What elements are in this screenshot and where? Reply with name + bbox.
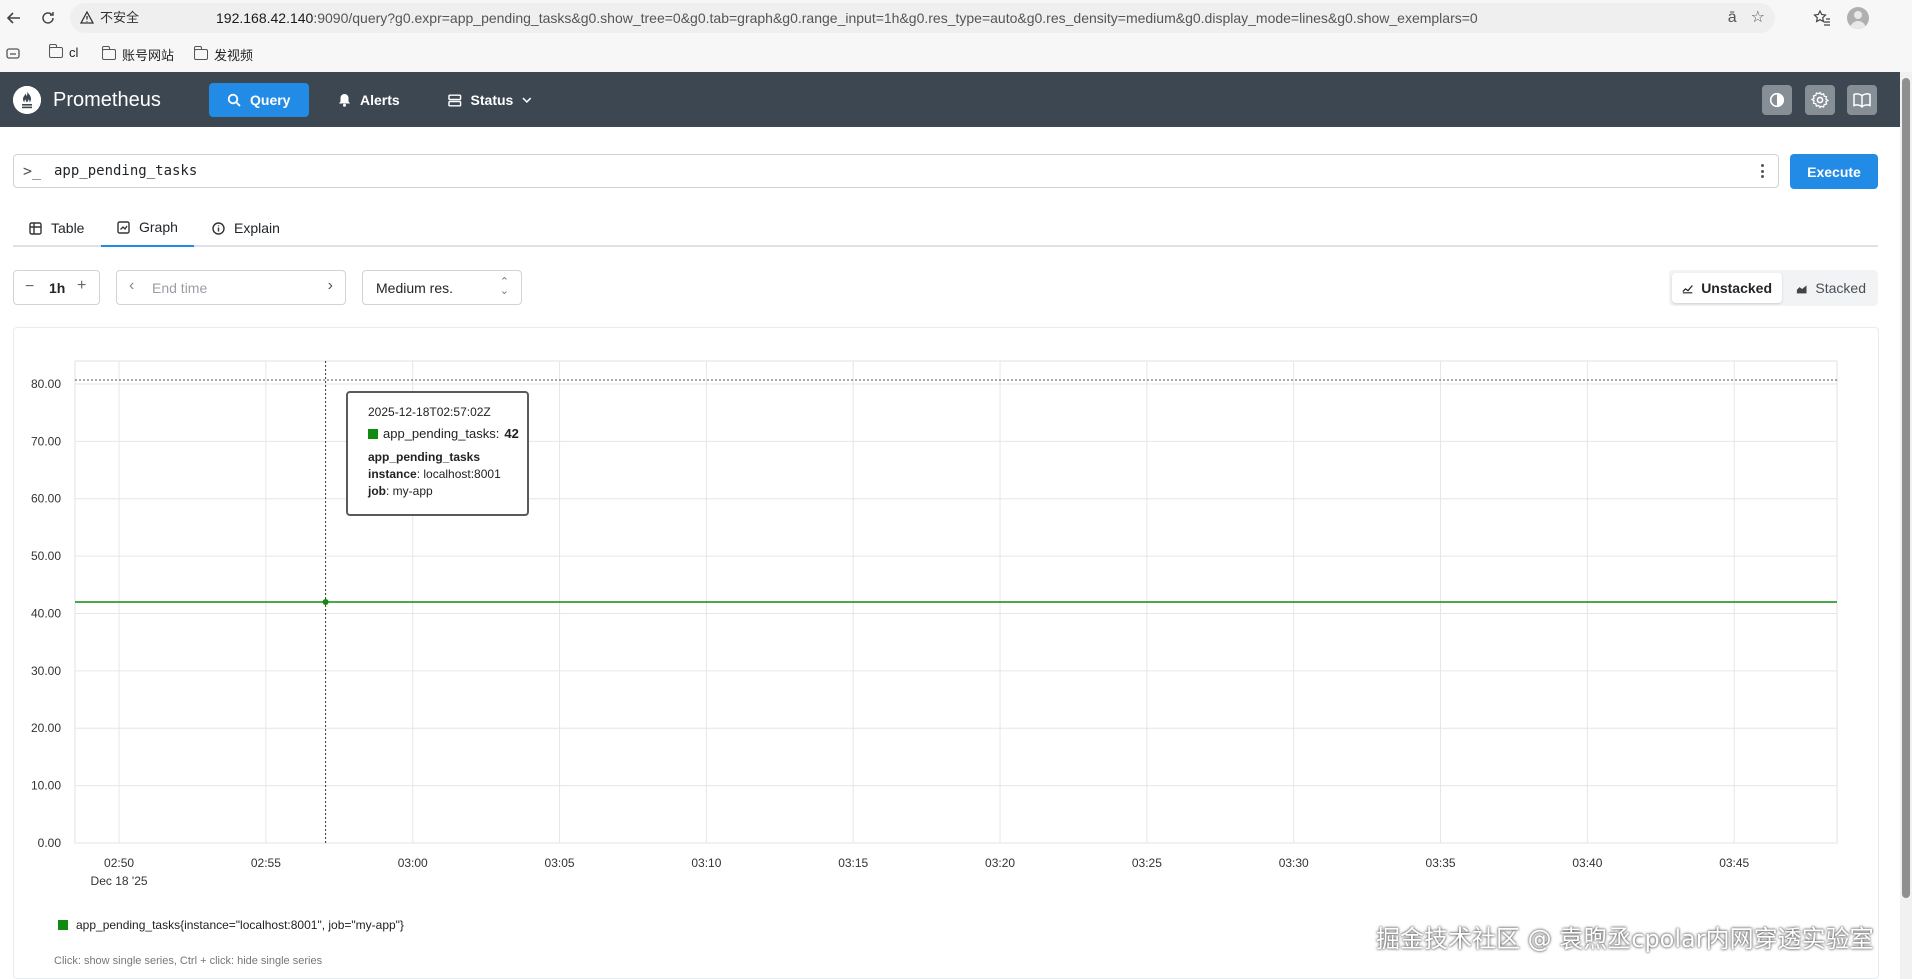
legend-item[interactable]: app_pending_tasks{instance="localhost:80… (58, 918, 404, 932)
watermark: 掘金技术社区 @ 袁煦丞cpolar内网穿透实验室 (1376, 925, 1874, 953)
legend-hint: Click: show single series, Ctrl + click:… (54, 955, 323, 967)
y-tick-label: 10.00 (31, 779, 61, 793)
series-swatch (368, 428, 378, 439)
x-tick-label: 03:30 (1279, 856, 1309, 870)
x-tick-label: 03:15 (838, 856, 868, 870)
tooltip-job-value: : my-app (386, 484, 433, 498)
y-tick-label: 0.00 (38, 836, 62, 850)
tooltip-metric: app_pending_tasks (368, 450, 481, 464)
x-tick-label: 03:10 (691, 856, 721, 870)
chart-tooltip: 2025-12-18T02:57:02Z app_pending_tasks: … (346, 391, 529, 516)
tooltip-series: app_pending_tasks: 42 (368, 426, 527, 441)
x-tick-label: 03:20 (985, 856, 1015, 870)
x-tick-label: 02:55 (251, 856, 281, 870)
x-tick-label: 03:45 (1719, 856, 1749, 870)
x-tick-label: 03:05 (545, 856, 575, 870)
y-tick-label: 70.00 (31, 434, 61, 448)
tooltip-job-key: job (368, 484, 386, 498)
x-date-label: Dec 18 '25 (91, 874, 148, 888)
legend-label: app_pending_tasks{instance="localhost:80… (76, 918, 404, 932)
tooltip-instance-key: instance (368, 467, 417, 481)
time-series-chart[interactable]: 0.00 10.00 20.00 30.00 40.00 50.00 60.00 70.00 8… (0, 0, 1900, 979)
x-tick-label: 03:35 (1426, 856, 1456, 870)
y-tick-label: 60.00 (31, 492, 61, 506)
y-tick-label: 20.00 (31, 721, 61, 735)
x-tick-label: 03:40 (1572, 856, 1602, 870)
y-tick-label: 50.00 (31, 549, 61, 563)
y-tick-label: 80.00 (31, 377, 61, 391)
x-tick-label: 03:00 (398, 856, 428, 870)
legend-swatch (58, 920, 68, 930)
page-scrollbar[interactable] (1900, 72, 1912, 979)
tooltip-series-label: app_pending_tasks: (383, 426, 500, 441)
tooltip-instance-value: : localhost:8001 (416, 467, 501, 481)
y-tick-label: 30.00 (31, 664, 61, 678)
tooltip-value: 42 (504, 426, 519, 441)
scrollbar-thumb[interactable] (1902, 78, 1910, 898)
tooltip-time: 2025-12-18T02:57:02Z (368, 405, 491, 419)
x-tick-label: 03:25 (1132, 856, 1162, 870)
x-tick-label: 02:50 (104, 856, 134, 870)
hover-point (322, 599, 329, 605)
y-tick-label: 40.00 (31, 606, 61, 620)
